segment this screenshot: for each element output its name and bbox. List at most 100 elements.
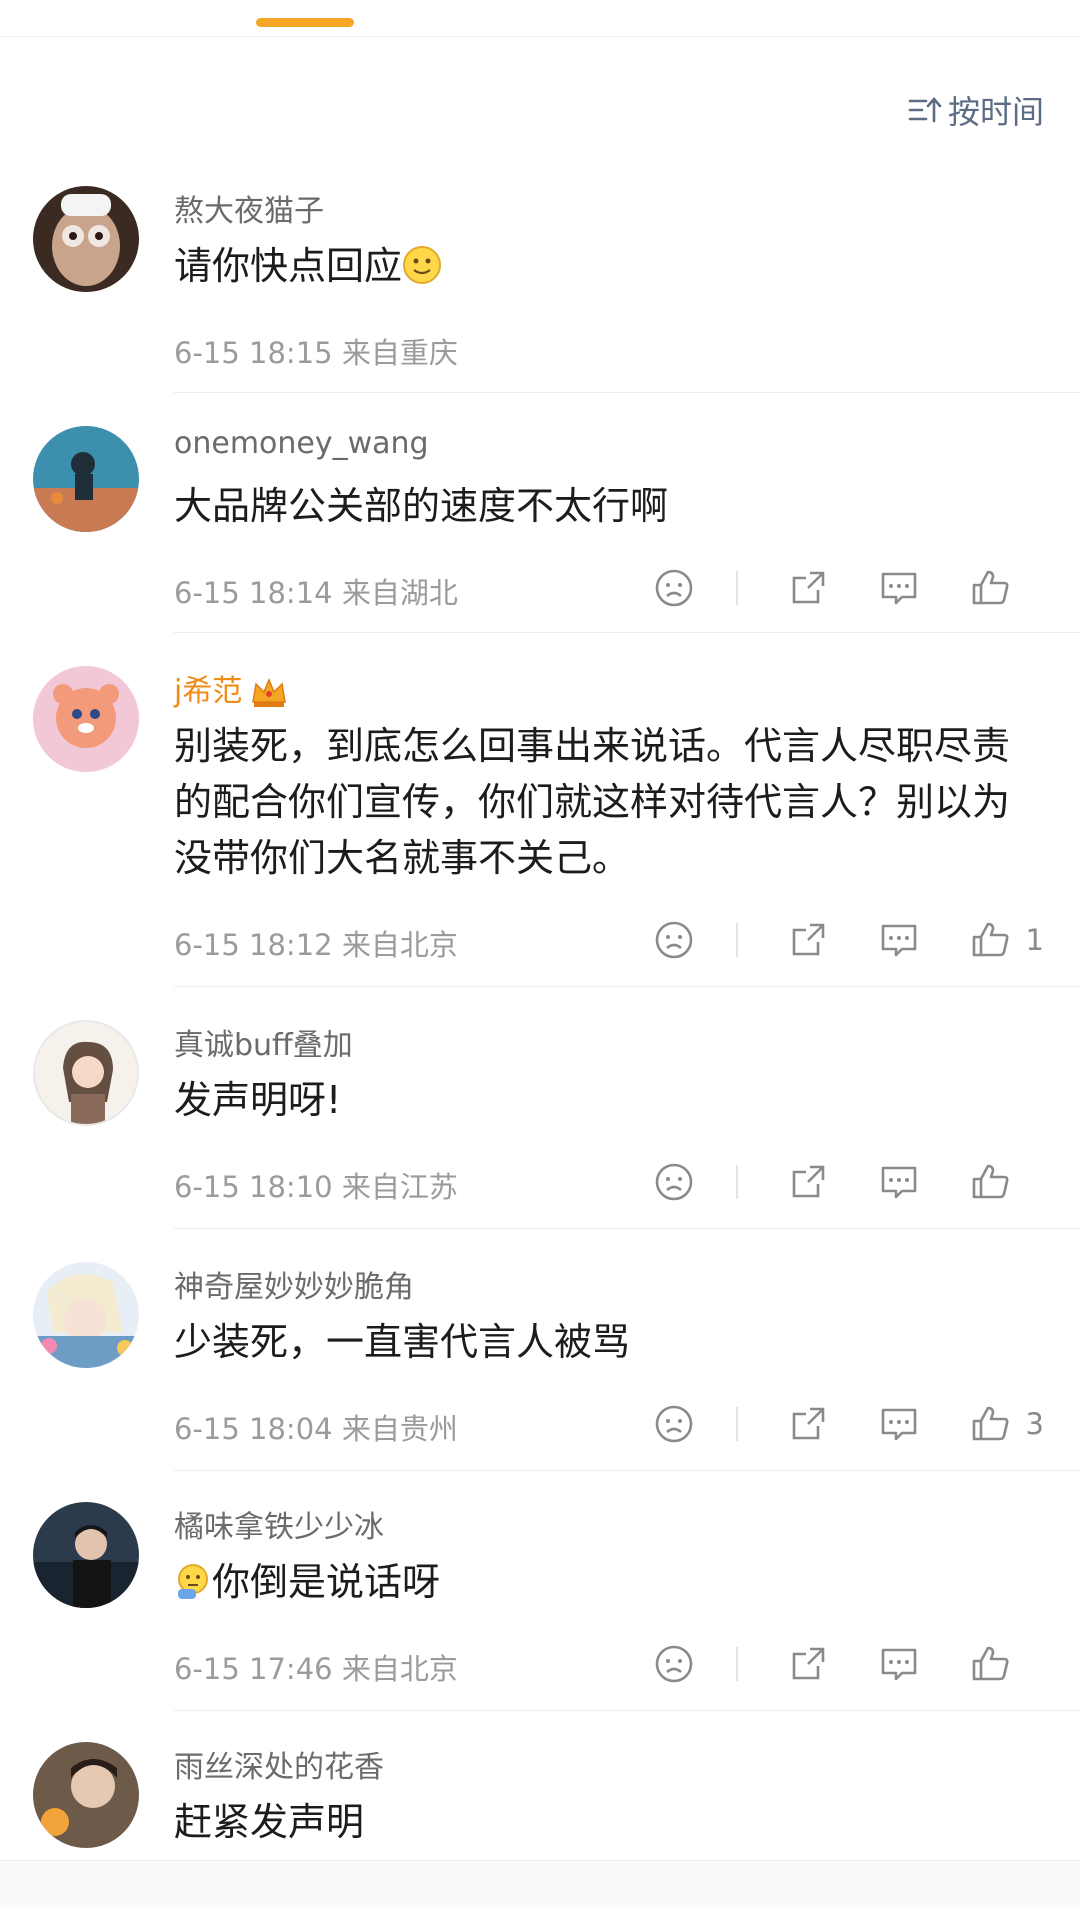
comment-time: 6-15 18:15 xyxy=(174,336,333,370)
dislike-face-icon xyxy=(655,1405,692,1443)
avatar[interactable] xyxy=(33,1020,139,1126)
comment-bubble-icon xyxy=(881,924,916,957)
comment-time: 6-15 18:14 xyxy=(174,576,333,610)
like-button[interactable] xyxy=(970,568,1044,608)
share-icon xyxy=(792,1407,824,1440)
thumbs-up-icon xyxy=(972,1646,1009,1681)
share-button[interactable] xyxy=(788,1404,828,1444)
comment-text: 你倒是说话呀 xyxy=(174,1554,1044,1610)
sort-label: 按时间 xyxy=(947,93,1044,131)
comment-time: 6-15 18:10 xyxy=(174,1170,333,1204)
username[interactable]: 雨丝深处的花香 xyxy=(174,1742,384,1786)
reply-button[interactable] xyxy=(878,1162,920,1202)
dislike-face-icon xyxy=(655,569,693,607)
thumbs-up-icon xyxy=(972,570,1009,605)
divider xyxy=(174,1228,1080,1229)
dislike-button[interactable] xyxy=(654,568,694,608)
reply-button[interactable] xyxy=(878,568,920,608)
avatar[interactable] xyxy=(33,1262,139,1368)
dislike-face-icon xyxy=(655,921,692,959)
comment-bubble-icon xyxy=(881,1648,917,1681)
sort-button[interactable]: 按时间 xyxy=(908,88,1044,132)
like-button[interactable] xyxy=(970,1162,1044,1202)
share-icon xyxy=(792,571,825,604)
like-button[interactable]: 1 xyxy=(970,920,1044,960)
dislike-button[interactable] xyxy=(654,1404,694,1444)
comment-actions xyxy=(604,1642,1044,1686)
dislike-button[interactable] xyxy=(654,1162,694,1202)
comment-actions xyxy=(604,566,1044,610)
top-tab-bar xyxy=(0,0,1080,37)
share-icon xyxy=(792,923,824,956)
dislike-face-icon xyxy=(655,1163,693,1201)
comment-text: 请你快点回应 xyxy=(174,238,1044,294)
share-icon xyxy=(792,1647,825,1680)
comment-time: 6-15 18:12 xyxy=(174,928,333,962)
comment-text: 大品牌公关部的速度不太行啊 xyxy=(174,484,669,528)
comment-location: 来自湖北 xyxy=(341,576,458,610)
username[interactable]: 真诚buff叠加 xyxy=(174,1020,353,1064)
comment-location: 来自北京 xyxy=(341,928,458,962)
action-separator xyxy=(736,571,738,605)
comment-meta: 6-15 17:46 来自北京 xyxy=(174,1646,458,1688)
divider xyxy=(174,632,1080,633)
comment-meta: 6-15 18:10 来自江苏 xyxy=(174,1164,458,1206)
thumbs-up-icon xyxy=(972,922,1009,957)
comment-meta: 6-15 18:12 来自北京 xyxy=(174,922,458,964)
username[interactable]: onemoney_wang xyxy=(174,426,429,461)
reply-button[interactable] xyxy=(878,1404,920,1444)
comment-location: 来自贵州 xyxy=(341,1412,458,1446)
divider xyxy=(174,1710,1080,1711)
comment-location: 来自重庆 xyxy=(341,336,458,370)
reply-button[interactable] xyxy=(878,1644,920,1684)
thumbs-up-icon xyxy=(972,1406,1009,1441)
like-button[interactable]: 3 xyxy=(970,1404,1044,1444)
share-button[interactable] xyxy=(788,920,828,960)
bottom-input-bar[interactable] xyxy=(0,1860,1080,1905)
avatar[interactable] xyxy=(33,186,139,292)
comment-bubble-icon xyxy=(881,1166,917,1199)
reply-button[interactable] xyxy=(878,920,920,960)
comment-actions: 1 xyxy=(604,918,1044,962)
dislike-button[interactable] xyxy=(654,920,694,960)
comment-time: 6-15 17:46 xyxy=(174,1652,333,1686)
thinking-emoji xyxy=(178,1564,208,1599)
comment-meta: 6-15 18:14 来自湖北 xyxy=(174,570,458,612)
comment-bubble-icon xyxy=(881,1408,916,1441)
like-count: 1 xyxy=(1025,923,1044,957)
action-separator xyxy=(735,923,738,957)
divider xyxy=(174,392,1080,393)
comment-bubble-icon xyxy=(881,572,917,605)
divider xyxy=(174,986,1080,987)
like-count: 3 xyxy=(1025,1407,1044,1441)
comment-actions xyxy=(604,1160,1044,1204)
smile-emoji xyxy=(403,246,442,284)
comment-text: 赶紧发声明 xyxy=(174,1800,365,1844)
comment-text: 少装死，一直害代言人被骂 xyxy=(174,1320,631,1364)
username[interactable]: 熬大夜猫子 xyxy=(174,186,324,230)
comment-meta: 6-15 18:04 来自贵州 xyxy=(174,1406,458,1448)
action-separator xyxy=(736,1647,738,1681)
avatar[interactable] xyxy=(33,666,139,772)
like-button[interactable] xyxy=(970,1644,1044,1684)
username[interactable]: 神奇屋妙妙妙脆角 xyxy=(174,1262,414,1306)
dislike-button[interactable] xyxy=(654,1644,694,1684)
action-separator xyxy=(735,1407,738,1441)
comment-time: 6-15 18:04 xyxy=(174,1412,333,1446)
sort-time-icon xyxy=(908,97,942,123)
crown-icon xyxy=(252,677,287,707)
share-button[interactable] xyxy=(788,1162,828,1202)
comment-actions: 3 xyxy=(604,1402,1044,1446)
username[interactable]: j希范 xyxy=(174,666,288,710)
username[interactable]: 橘味拿铁少少冰 xyxy=(174,1502,384,1546)
action-separator xyxy=(736,1165,738,1199)
comment-text: 别装死，到底怎么回事出来说话。代言人尽职尽责的配合你们宣传，你们就这样对待代言人… xyxy=(174,724,1011,880)
share-button[interactable] xyxy=(788,568,828,608)
share-button[interactable] xyxy=(788,1644,828,1684)
avatar[interactable] xyxy=(33,1502,139,1608)
avatar[interactable] xyxy=(33,426,139,532)
comment-text: 发声明呀! xyxy=(174,1078,342,1122)
comment-location: 来自北京 xyxy=(341,1652,458,1686)
share-icon xyxy=(792,1165,825,1198)
avatar[interactable] xyxy=(33,1742,139,1848)
